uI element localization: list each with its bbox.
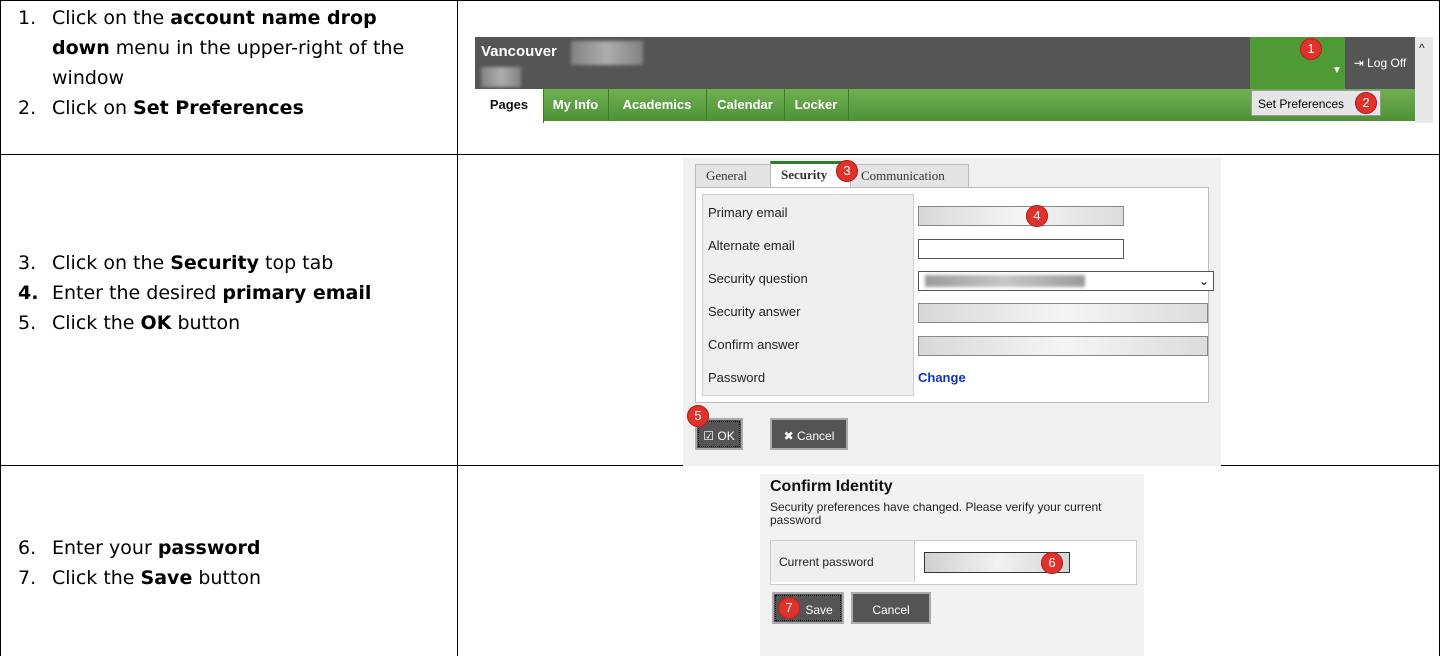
form-row: Security question ⌄ bbox=[696, 266, 1214, 299]
step-emphasis: password bbox=[157, 537, 261, 559]
confirm-answer-input[interactable] bbox=[918, 336, 1208, 356]
step-badge: 1 bbox=[1300, 38, 1322, 60]
label-cell: Current password bbox=[771, 541, 915, 582]
password-form: Current password 6 bbox=[770, 540, 1137, 585]
step-text: Click the bbox=[52, 567, 141, 589]
step-text: Click on the bbox=[52, 7, 171, 29]
column-divider bbox=[457, 0, 458, 656]
field-label: Primary email bbox=[708, 205, 788, 220]
field-label: Security question bbox=[708, 271, 808, 286]
step-3: 3. Click on the Security top tab bbox=[0, 248, 440, 278]
step-7: 7. Click the Save button bbox=[0, 563, 440, 593]
preferences-screenshot: General Security Communication 3 Primary… bbox=[683, 158, 1221, 466]
step-badge: 3 bbox=[836, 160, 858, 182]
security-panel: Primary email 4 Alternate email Security… bbox=[695, 187, 1214, 403]
step-number: 6. bbox=[18, 537, 37, 559]
primary-email-input[interactable] bbox=[918, 206, 1124, 226]
step-text: button bbox=[171, 312, 241, 334]
step-badge: 4 bbox=[1026, 205, 1048, 227]
step-5: 5. Click the OK button bbox=[0, 308, 440, 338]
cancel-button[interactable]: Cancel bbox=[851, 592, 931, 624]
step-number: 1. bbox=[18, 7, 37, 29]
field-label: Alternate email bbox=[708, 238, 795, 253]
step-text: Enter your bbox=[52, 537, 158, 559]
step-text: top tab bbox=[258, 252, 334, 274]
step-number: 5. bbox=[18, 312, 37, 334]
chevron-up-icon: ^ bbox=[1419, 41, 1425, 55]
step-badge: 7 bbox=[778, 597, 800, 619]
ok-label: OK bbox=[717, 429, 735, 443]
alternate-email-input[interactable] bbox=[918, 239, 1124, 259]
set-preferences-label: Set Preferences bbox=[1258, 97, 1345, 111]
step-emphasis: OK bbox=[140, 312, 172, 334]
field-label: Confirm answer bbox=[708, 337, 800, 352]
change-password-link[interactable]: Change bbox=[918, 370, 966, 385]
step-number: 2. bbox=[18, 97, 37, 119]
row-divider bbox=[0, 154, 1440, 155]
tab-general[interactable]: General bbox=[695, 164, 772, 187]
chevron-down-icon: ⌄ bbox=[1198, 274, 1209, 288]
step-number: 4. bbox=[18, 282, 39, 304]
dialog-message: Security preferences have changed. Pleas… bbox=[770, 500, 1102, 527]
form-row: Confirm answer bbox=[696, 332, 1208, 365]
form-row: Security answer bbox=[696, 299, 1208, 332]
table-border-top bbox=[0, 0, 1440, 1]
cancel-button[interactable]: ✖ Cancel bbox=[770, 418, 848, 450]
cancel-label: Cancel bbox=[797, 429, 835, 443]
tab-academics[interactable]: Academics bbox=[608, 89, 707, 121]
step-text: Enter the desired bbox=[52, 282, 223, 304]
step-badge: 6 bbox=[1041, 552, 1063, 574]
logoff-button[interactable]: ⇥ Log Off bbox=[1345, 37, 1415, 89]
tab-pages[interactable]: Pages bbox=[475, 89, 544, 123]
step-badge: 2 bbox=[1355, 92, 1377, 114]
step-text: button bbox=[192, 567, 262, 589]
form-row: Password Change bbox=[696, 365, 1196, 398]
dialog-title: Confirm Identity bbox=[770, 478, 893, 495]
instructions-row-3: 6. Enter your password 7. Click the Save… bbox=[0, 533, 440, 593]
redacted-text bbox=[925, 275, 1085, 287]
caret-down-icon: ▼ bbox=[1332, 65, 1342, 76]
security-answer-input[interactable] bbox=[918, 303, 1208, 323]
form-row: Alternate email bbox=[696, 233, 1196, 266]
logoff-label: Log Off bbox=[1367, 56, 1407, 70]
checkbox-icon: ☑ bbox=[703, 429, 715, 443]
header-screenshot: Vancouver Pages My Info Academics Calend… bbox=[475, 37, 1433, 123]
step-1: 1. Click on the account name drop down m… bbox=[0, 3, 440, 93]
tab-my-info[interactable]: My Info bbox=[543, 89, 609, 121]
tab-locker[interactable]: Locker bbox=[784, 89, 849, 121]
field-label: Security answer bbox=[708, 304, 801, 319]
redacted-text bbox=[481, 67, 521, 87]
scrollbar[interactable]: ^ bbox=[1415, 37, 1433, 123]
step-6: 6. Enter your password bbox=[0, 533, 440, 563]
instructions-row-1: 1. Click on the account name drop down m… bbox=[0, 3, 440, 123]
instruction-table: 1. Click on the account name drop down m… bbox=[0, 0, 1440, 656]
security-question-select[interactable]: ⌄ bbox=[918, 271, 1214, 291]
step-emphasis: Set Preferences bbox=[133, 97, 304, 119]
tab-calendar[interactable]: Calendar bbox=[706, 89, 785, 121]
confirm-identity-screenshot: Confirm Identity Security preferences ha… bbox=[760, 474, 1144, 656]
header-accent bbox=[1250, 37, 1295, 89]
school-name: Vancouver bbox=[481, 43, 557, 60]
redacted-text bbox=[571, 41, 643, 65]
step-4: 4. Enter the desired primary email bbox=[0, 278, 440, 308]
step-text: Click the bbox=[52, 312, 141, 334]
step-number: 7. bbox=[18, 567, 37, 589]
field-label: Current password bbox=[779, 555, 874, 569]
form-row: Primary email 4 bbox=[696, 200, 1196, 233]
step-2: 2. Click on Set Preferences bbox=[0, 93, 440, 123]
instructions-row-2: 3. Click on the Security top tab 4. Ente… bbox=[0, 248, 440, 338]
tab-communication[interactable]: Communication bbox=[850, 164, 969, 187]
step-number: 3. bbox=[18, 252, 37, 274]
step-emphasis: primary email bbox=[222, 282, 372, 304]
step-emphasis: Save bbox=[140, 567, 193, 589]
field-label: Password bbox=[708, 370, 766, 385]
x-icon: ✖ bbox=[783, 429, 794, 443]
step-text: Click on the bbox=[52, 252, 171, 274]
step-badge: 5 bbox=[687, 405, 709, 427]
step-text: Click on bbox=[52, 97, 134, 119]
logoff-icon: ⇥ bbox=[1353, 56, 1364, 70]
step-emphasis: Security bbox=[170, 252, 259, 274]
